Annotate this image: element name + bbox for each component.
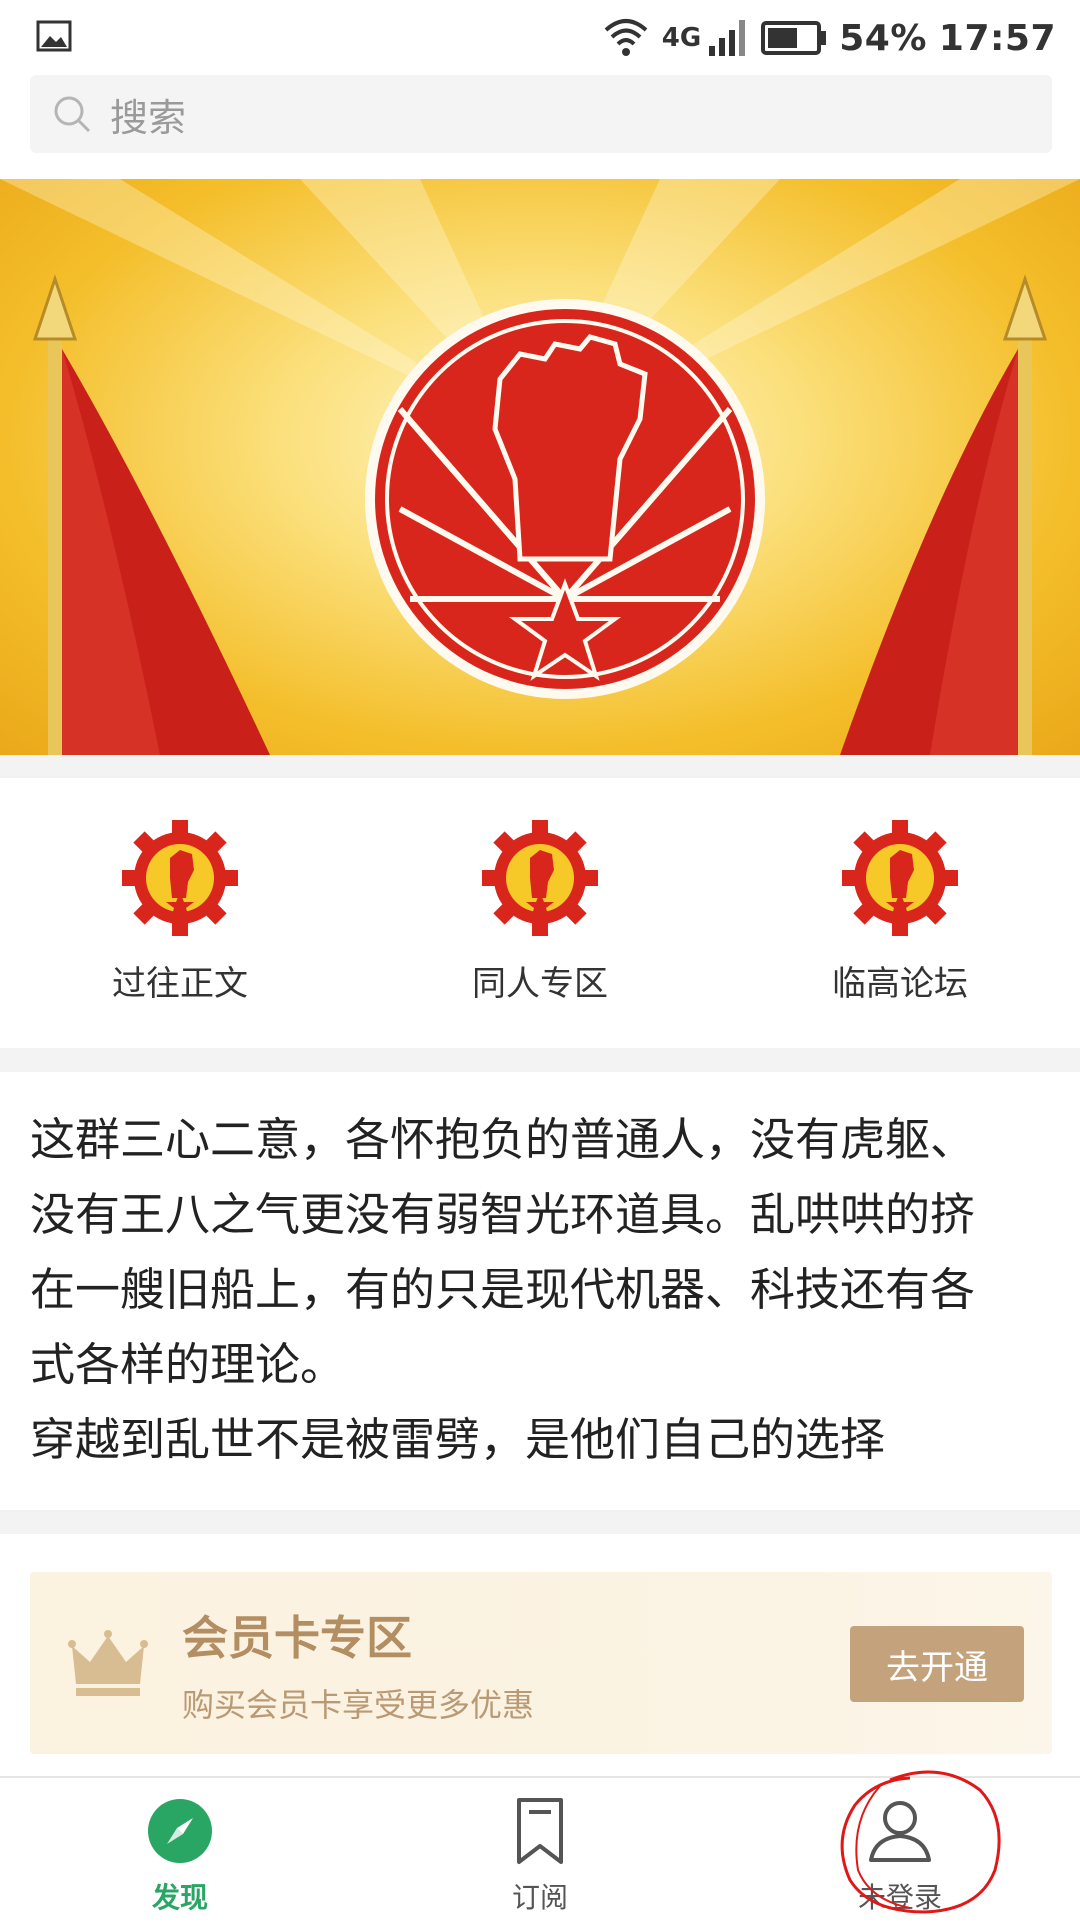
category-label: 同人专区: [472, 964, 608, 1004]
nav-label: 发现: [151, 1881, 208, 1914]
search-input[interactable]: 搜索: [110, 87, 186, 142]
membership-subtitle: 购买会员卡享受更多优惠: [182, 1686, 535, 1724]
banner-emblem-illustration: [0, 179, 1080, 755]
nav-tab-profile[interactable]: 未登录: [800, 1796, 1000, 1916]
description-text: 这群三心二意，各怀抱负的普通人，没有虎躯、 没有王八之气更没有弱智光环道具。乱哄…: [30, 1102, 1050, 1477]
nav-label: 订阅: [511, 1881, 568, 1914]
description-line: 在一艘旧船上，有的只是现代机器、科技还有各: [30, 1263, 976, 1316]
category-item-forum[interactable]: 临高论坛: [780, 818, 1020, 1005]
category-item-fan-fiction[interactable]: 同人专区: [420, 818, 660, 1005]
category-grid: 过往正文 同人专区 临高论坛: [0, 778, 1080, 1048]
banner-image[interactable]: [0, 179, 1080, 755]
crown-icon: [68, 1630, 148, 1696]
compass-icon: [148, 1799, 212, 1863]
bookmark-icon: [517, 1798, 563, 1864]
description-line: 穿越到乱世不是被雷劈，是他们自己的选择: [30, 1413, 886, 1466]
signal-icon: [709, 20, 746, 56]
category-label: 临高论坛: [832, 964, 968, 1004]
description-line: 式各样的理论。: [30, 1338, 346, 1391]
gear-emblem-icon: [842, 820, 958, 936]
search-bar[interactable]: 搜索: [30, 75, 1052, 153]
battery-percent: 54%: [839, 17, 927, 59]
nav-tab-discover[interactable]: 发现: [80, 1796, 280, 1916]
section-divider: [0, 1048, 1080, 1072]
gear-emblem-icon: [482, 820, 598, 936]
network-type: 4G: [661, 23, 702, 53]
search-icon: [54, 96, 91, 133]
status-bar: 4G 54% 17:57: [0, 0, 1080, 74]
open-membership-button[interactable]: 去开通: [850, 1626, 1024, 1702]
bottom-nav: 发现 订阅 未登录: [0, 1776, 1080, 1922]
membership-title: 会员卡专区: [182, 1611, 412, 1665]
nav-tab-subscribe[interactable]: 订阅: [440, 1796, 640, 1916]
nav-label: 未登录: [857, 1881, 942, 1914]
user-icon: [869, 1801, 931, 1862]
wifi-icon: [604, 19, 648, 56]
status-right: 4G 54% 17:57: [602, 10, 1056, 66]
section-divider: [0, 1510, 1080, 1534]
clock: 17:57: [938, 17, 1056, 59]
book-description: 这群三心二意，各怀抱负的普通人，没有虎躯、 没有王八之气更没有弱智光环道具。乱哄…: [0, 1072, 1080, 1510]
category-item-past-chapters[interactable]: 过往正文: [60, 818, 300, 1005]
category-label: 过往正文: [112, 964, 248, 1004]
battery-icon: [761, 21, 827, 55]
membership-card[interactable]: 会员卡专区 购买会员卡享受更多优惠 去开通: [30, 1572, 1052, 1754]
description-line: 没有王八之气更没有弱智光环道具。乱哄哄的挤: [30, 1188, 976, 1241]
section-divider: [0, 755, 1080, 778]
image-notification-icon: [36, 20, 72, 52]
gear-emblem-icon: [122, 820, 238, 936]
description-line: 这群三心二意，各怀抱负的普通人，没有虎躯、: [30, 1113, 976, 1166]
